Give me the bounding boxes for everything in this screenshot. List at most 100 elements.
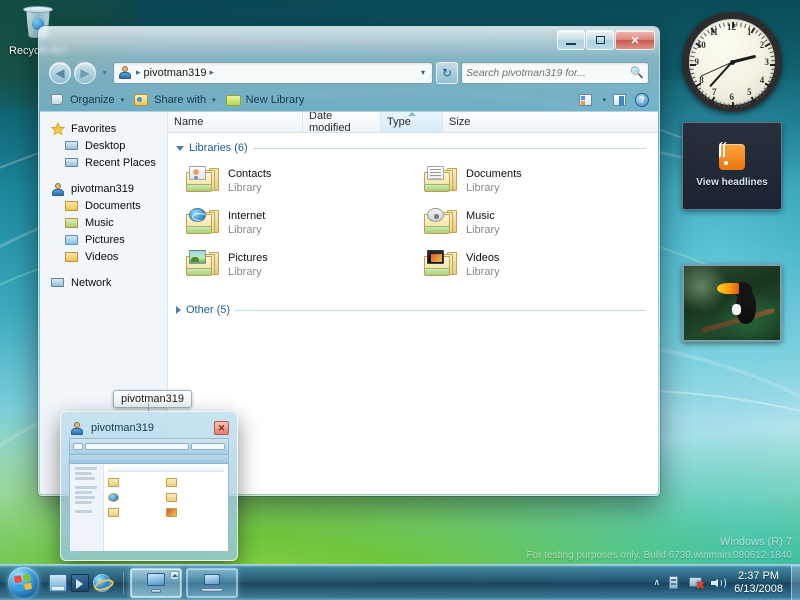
share-with-button[interactable]: Share with ▾	[130, 90, 222, 110]
forward-button[interactable]: ▶	[74, 61, 96, 84]
sidebar-item-music[interactable]: Music	[40, 214, 167, 231]
taskbar-thumbnail-preview[interactable]: pivotman319 ✕	[60, 411, 238, 561]
clock-tick	[736, 103, 738, 108]
item-subtitle: Library	[466, 266, 500, 278]
file-list-pane[interactable]: Name Date modified Type Size Libraries (…	[168, 112, 658, 494]
feed-headlines-gadget[interactable]: View headlines	[682, 122, 782, 210]
recent-pages-dropdown[interactable]: ▾	[99, 68, 110, 77]
new-library-button[interactable]: New Library	[222, 90, 311, 110]
refresh-button[interactable]: ↻	[436, 61, 458, 84]
address-dropdown-icon[interactable]: ▾	[416, 68, 430, 77]
group-header-libraries[interactable]: Libraries (6)	[168, 139, 658, 157]
user-folder-icon	[69, 420, 85, 436]
clock-tick	[758, 93, 762, 98]
clock-tick	[755, 96, 759, 101]
thumbnail-title: pivotman319	[91, 422, 154, 434]
clock-tick	[689, 60, 694, 62]
clock-tick	[718, 23, 721, 29]
organize-button[interactable]: Organize ▾	[46, 90, 130, 110]
thumbnail-expand-icon[interactable]	[170, 570, 179, 580]
show-hidden-icons-icon[interactable]: ∧	[653, 577, 660, 588]
sidebar-item-recent-places[interactable]: Recent Places	[40, 154, 167, 171]
sidebar-label: Pictures	[85, 233, 125, 246]
new-library-label: New Library	[245, 94, 305, 106]
preview-pane-icon[interactable]	[612, 92, 628, 108]
sidebar-item-videos[interactable]: Videos	[40, 248, 167, 265]
clock-tick	[723, 103, 725, 108]
group-title: Other (5)	[186, 304, 231, 316]
column-label: Size	[449, 116, 471, 128]
column-header-type[interactable]: Type	[381, 112, 443, 132]
breadcrumb-separator[interactable]: ▸	[210, 67, 215, 78]
clock-face: 12 1 2 3 4 5 6 7 8 9 10 11	[682, 12, 782, 112]
start-button[interactable]	[1, 566, 45, 600]
rss-icon	[719, 142, 745, 170]
help-icon[interactable]: ?	[634, 92, 650, 108]
chevron-down-icon: ▾	[120, 97, 125, 104]
media-player-icon[interactable]	[71, 573, 89, 592]
videos-library-icon	[424, 249, 458, 279]
column-header-date-modified[interactable]: Date modified	[303, 112, 381, 134]
sidebar-item-pivotman319[interactable]: pivotman319	[40, 180, 167, 197]
close-button[interactable]: ✕	[615, 30, 655, 50]
clock-tick	[691, 51, 696, 54]
toolbar-right-group: ▾ ?	[578, 92, 652, 108]
chevron-down-icon[interactable]	[176, 145, 184, 151]
sidebar-item-network[interactable]: Network	[40, 274, 167, 291]
address-bar[interactable]: ▸ pivotman319 ▸ ▾	[113, 61, 433, 84]
maximize-button[interactable]	[586, 30, 614, 50]
clock-tick	[690, 72, 695, 75]
column-header-size[interactable]: Size	[443, 112, 503, 132]
documents-folder-icon	[64, 198, 80, 214]
network-disconnected-icon[interactable]: ✖	[688, 575, 705, 591]
clock-gadget[interactable]: 12 1 2 3 4 5 6 7 8 9 10 11	[682, 12, 782, 112]
internet-explorer-icon[interactable]	[93, 573, 111, 592]
items-view[interactable]: Libraries (6) Contacts Library Documents…	[168, 133, 658, 494]
clock-center-pin	[729, 59, 735, 65]
item-name: Documents	[466, 168, 522, 180]
sidebar-item-pictures[interactable]: Pictures	[40, 231, 167, 248]
chevron-right-icon[interactable]	[176, 306, 181, 314]
show-desktop-button[interactable]	[791, 564, 800, 600]
list-item[interactable]: Contacts Library	[182, 163, 420, 205]
search-box[interactable]: Search pivotman319 for... 🔍	[461, 61, 649, 84]
sidebar-label: Desktop	[85, 139, 126, 152]
network-icon[interactable]	[666, 575, 682, 591]
taskbar-button-explorer[interactable]	[186, 567, 238, 598]
group-header-other[interactable]: Other (5)	[168, 301, 658, 319]
window-titlebar[interactable]: ✕	[39, 27, 659, 57]
clock-tick	[703, 32, 707, 37]
group-title: Libraries (6)	[189, 142, 248, 154]
volume-icon[interactable]	[710, 575, 727, 591]
nav-group-favorites: Favorites Desktop Recent Places	[40, 120, 167, 171]
pictures-folder-icon	[64, 232, 80, 248]
taskbar-clock[interactable]: 2:37 PM 6/13/2008	[732, 570, 785, 596]
list-item[interactable]: Videos Library	[420, 247, 658, 289]
show-desktop-icon[interactable]	[49, 573, 67, 592]
back-button[interactable]: ◀	[49, 61, 71, 84]
search-input[interactable]: Search pivotman319 for...	[466, 67, 630, 79]
thumbnail-close-button[interactable]: ✕	[214, 421, 229, 435]
taskbar-button-computer[interactable]	[130, 567, 182, 598]
taskbar[interactable]: ∧ ✖ 2:37 PM 6/13/2008	[0, 564, 800, 600]
recent-places-icon	[64, 155, 80, 171]
sidebar-item-desktop[interactable]: Desktop	[40, 137, 167, 154]
thumbnail-window-image	[69, 438, 229, 552]
list-item[interactable]: Music Library	[420, 205, 658, 247]
views-icon[interactable]	[578, 92, 594, 108]
breadcrumb-item[interactable]: pivotman319	[144, 67, 207, 79]
slideshow-photo	[684, 266, 780, 340]
sidebar-item-favorites[interactable]: Favorites	[40, 120, 167, 137]
list-item[interactable]: Pictures Library	[182, 247, 420, 289]
column-header-name[interactable]: Name	[168, 112, 303, 132]
minimize-button[interactable]	[557, 30, 585, 50]
list-item[interactable]: Internet Library	[182, 205, 420, 247]
clock-tick	[755, 29, 759, 34]
views-chevron-down-icon[interactable]: ▾	[602, 96, 606, 104]
slideshow-gadget[interactable]	[682, 264, 782, 342]
sidebar-item-documents[interactable]: Documents	[40, 197, 167, 214]
thumbnail-header: pivotman319 ✕	[67, 418, 231, 438]
list-item[interactable]: Documents Library	[420, 163, 658, 205]
clock-tick	[770, 55, 775, 58]
item-subtitle: Library	[466, 224, 500, 236]
